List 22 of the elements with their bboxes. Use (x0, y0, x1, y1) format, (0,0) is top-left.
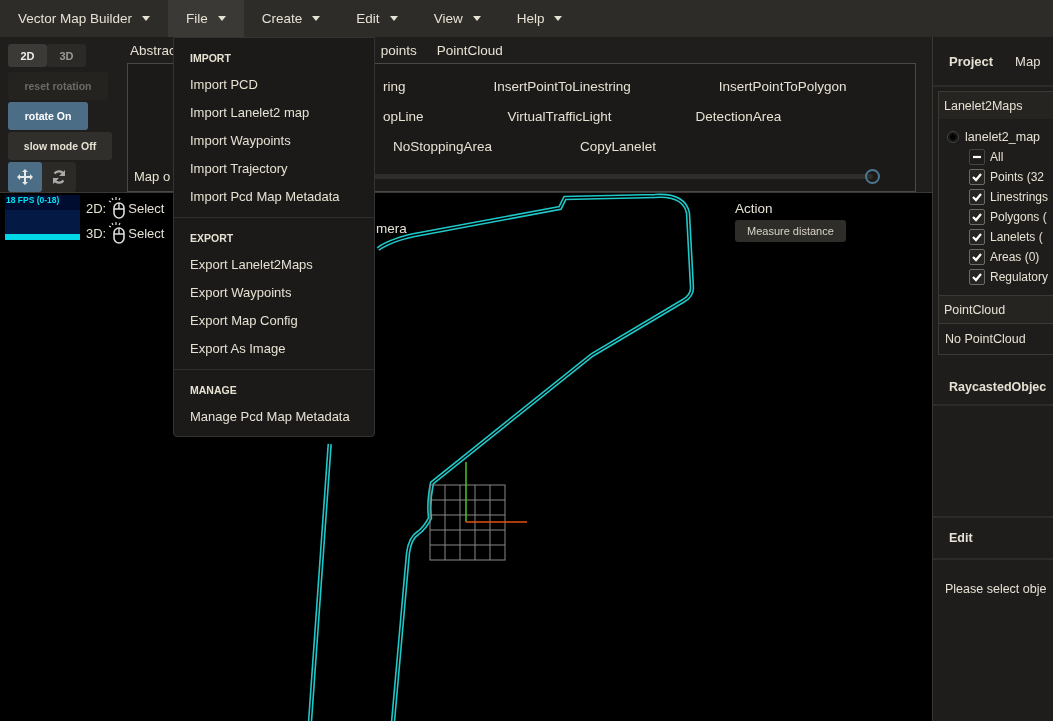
hint-prefix: 3D: (86, 225, 107, 241)
panel-title: Edit (933, 518, 1053, 560)
layer-label: Regulatory (990, 270, 1049, 284)
layer-label: All (990, 150, 1004, 164)
layer-label: Linestrings (990, 190, 1049, 204)
layer-label: Polygons ( (990, 210, 1047, 224)
layer-label: Lanelets ( (990, 230, 1043, 244)
layer-label: Areas (0) (990, 250, 1040, 264)
fps-text: 18 FPS (0-18) (6, 195, 60, 205)
hint-prefix: 2D: (86, 200, 107, 216)
hint-text: mera (376, 221, 407, 236)
menu-heading: MANAGE (189, 383, 238, 398)
menu-heading: IMPORT (189, 51, 232, 66)
section-text: No PointCloud (939, 323, 1053, 354)
action-label: Action (735, 201, 773, 216)
hint-text: Select (128, 225, 165, 241)
slider-label: Map o (134, 168, 171, 184)
layer-label: Points (32 (990, 170, 1045, 184)
panel-title: RaycastedObjec (933, 369, 1053, 406)
hint-text: Select (128, 200, 165, 216)
menu-heading: EXPORT (189, 231, 235, 246)
edit-hint: Please select obje (944, 581, 1048, 596)
